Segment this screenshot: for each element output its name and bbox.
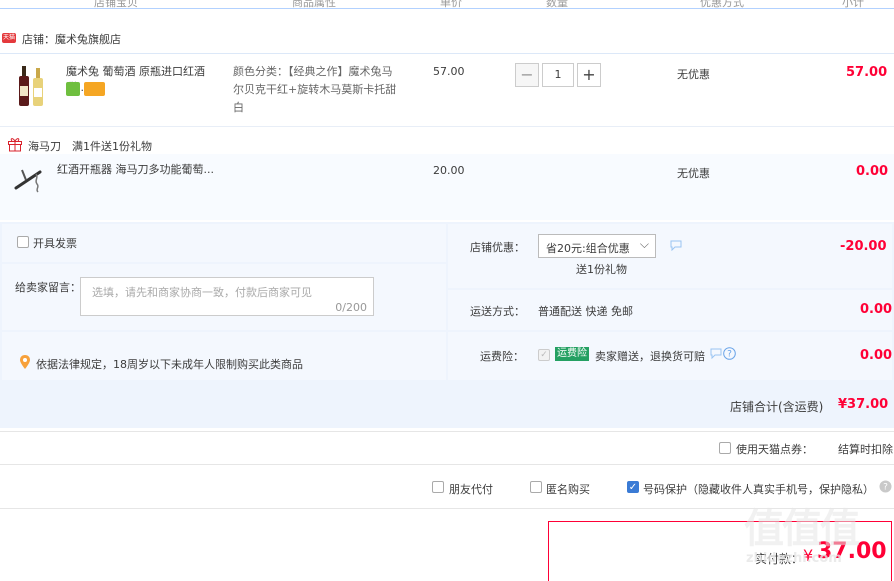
insurance-label: 运费险： — [480, 350, 524, 363]
shipping-label: 运送方式： — [470, 305, 525, 318]
invoice-label: 开具发票 — [33, 237, 77, 250]
message-counter: 0/200 — [335, 301, 367, 314]
gift-item-price: 20.00 — [433, 164, 465, 177]
chat-bubble-icon[interactable] — [670, 240, 682, 251]
insurance-amount: 0.00 — [860, 348, 893, 363]
store-discount-amount: -20.00 — [840, 239, 887, 254]
store-discount-selected: 省20元:组合优惠 — [546, 242, 630, 255]
tmall-badge: 天猫 — [2, 33, 16, 43]
qty-plus-button[interactable]: + — [577, 63, 601, 87]
message-label: 给卖家留言： — [15, 281, 81, 294]
header-col-subtotal: 小计 — [842, 0, 864, 9]
insurance-text: 卖家赠送，退换货可赔 — [595, 350, 705, 363]
item-subtotal: 57.00 — [846, 65, 888, 80]
header-col-item: 店铺宝贝 — [94, 0, 138, 9]
gift-item-discount: 无优惠 — [677, 167, 710, 180]
header-col-price: 单价 — [440, 0, 462, 9]
header-col-discount: 优惠方式 — [700, 0, 744, 9]
store-discount-label: 店铺优惠： — [470, 241, 525, 254]
discount-section — [448, 224, 892, 288]
section-divider — [0, 431, 894, 432]
item-props: 颜色分类：【经典之作】魔术兔马 尔贝克干红+旋转木马莫斯卡托甜 白 — [233, 63, 403, 117]
svg-text:?: ? — [883, 483, 888, 493]
help-icon[interactable]: ? — [723, 347, 736, 360]
section-divider — [0, 464, 894, 465]
header-col-props: 商品属性 — [292, 0, 336, 9]
shipping-value: 普通配送 快递 免邮 — [538, 305, 633, 318]
chat-bubble-icon[interactable] — [710, 348, 722, 359]
store-discount-sub: 送1份礼物 — [576, 263, 627, 276]
location-pin-icon — [20, 355, 30, 369]
item-discount: 无优惠 — [677, 68, 710, 81]
anonymous-label: 匿名购买 — [546, 483, 590, 496]
watermark-logo: 值值值 — [744, 506, 860, 552]
wine-bottles-thumbnail[interactable] — [12, 64, 50, 110]
store-total-value: ¥37.00 — [838, 397, 889, 412]
friend-pay-checkbox[interactable] — [432, 481, 444, 493]
invoice-checkbox[interactable] — [17, 236, 29, 248]
insurance-checkbox: ✓ — [538, 349, 550, 361]
legal-notice: 依据法律规定，18周岁以下未成年人限制购买此类商品 — [36, 358, 303, 371]
message-textarea[interactable]: 选填，请先和商家协商一致，付款后商家可见 0/200 — [80, 277, 374, 316]
store-total-label: 店铺合计(含运费) — [730, 400, 824, 414]
privacy-checkbox[interactable]: ✓ — [627, 481, 639, 493]
points-label: 使用天猫点券： — [736, 443, 813, 456]
svg-text:?: ? — [727, 350, 732, 360]
chevron-down-icon: ⌵ — [639, 237, 649, 251]
props-line1: 【经典之作】魔术兔马 — [288, 65, 393, 78]
anonymous-checkbox[interactable] — [530, 481, 542, 493]
points-checkbox[interactable] — [719, 442, 731, 454]
header-col-qty: 数量 — [546, 0, 568, 9]
privacy-label: 号码保护（隐藏收件人真实手机号，保护隐私） — [643, 483, 874, 496]
shipping-amount: 0.00 — [860, 302, 893, 317]
message-placeholder: 选填，请先和商家协商一致，付款后商家可见 — [92, 286, 312, 299]
store-name-link[interactable]: 店铺：魔术兔旗舰店 — [22, 31, 121, 47]
insurance-tag: 运费险 — [555, 347, 589, 361]
store-discount-select[interactable]: 省20元:组合优惠 ⌵ — [538, 234, 656, 258]
qty-minus-button[interactable]: − — [515, 63, 539, 87]
item-price: 57.00 — [433, 65, 465, 78]
help-icon[interactable]: ? — [879, 480, 892, 493]
watermark-text: zhidezhi.com — [746, 551, 842, 566]
props-line2: 尔贝克干红+旋转木马莫斯卡托甜 — [233, 83, 397, 96]
guarantee-icon — [66, 82, 80, 96]
quantity-stepper: − 1 + — [515, 63, 601, 87]
gift-item-subtotal: 0.00 — [856, 164, 889, 179]
gift-item-title-link[interactable]: 红酒开瓶器 海马刀多功能葡萄... — [57, 162, 217, 178]
gift-icon — [8, 138, 22, 152]
row-divider — [0, 126, 894, 127]
credit-card-icon — [84, 82, 105, 96]
gift-rule: 满1件送1份礼物 — [72, 140, 152, 153]
corkscrew-thumbnail[interactable] — [12, 164, 46, 194]
friend-pay-label: 朋友代付 — [449, 483, 493, 496]
props-label: 颜色分类： — [233, 65, 288, 78]
points-text: 结算时扣除 — [838, 443, 893, 456]
props-line3: 白 — [233, 101, 244, 114]
gift-label: 海马刀 — [28, 140, 61, 153]
table-header: 店铺宝贝 商品属性 单价 数量 优惠方式 小计 — [0, 0, 894, 9]
qty-input[interactable]: 1 — [542, 63, 574, 87]
